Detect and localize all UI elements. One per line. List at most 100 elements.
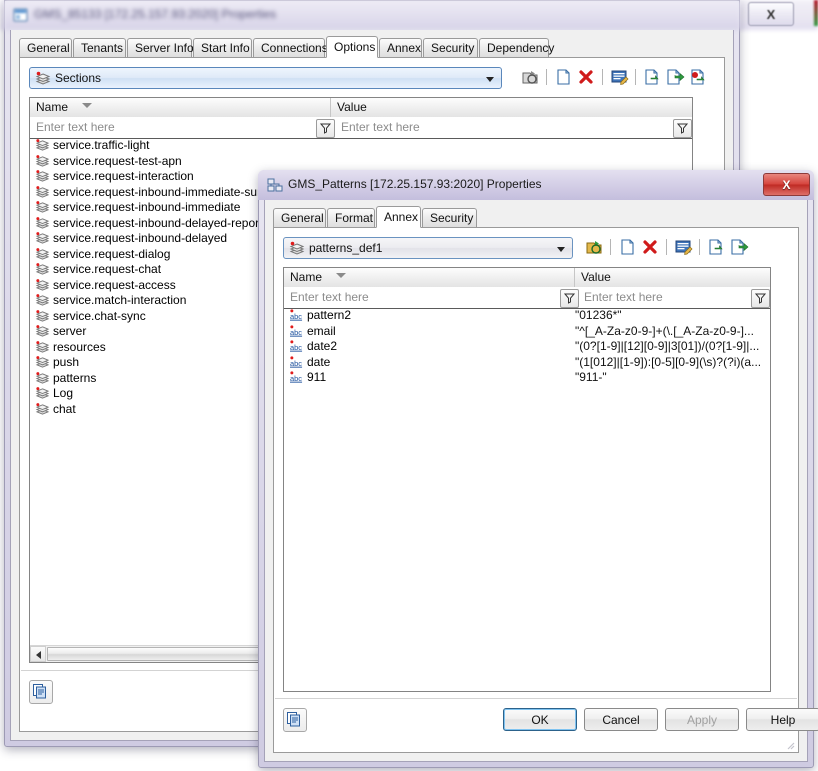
- tab-start-info[interactable]: Start Info: [193, 38, 252, 57]
- table-row[interactable]: abc date "(1[012]|[1-9]):[0-5][0-9](\s)?(?…: [284, 355, 770, 371]
- import-icon[interactable]: [706, 237, 726, 257]
- sections-grid-header: Name Value: [30, 98, 692, 118]
- row-name-label: patterns: [53, 370, 97, 385]
- table-row[interactable]: service.traffic-light: [30, 138, 692, 154]
- row-name-label: service.traffic-light: [53, 138, 150, 152]
- tab-server-info-label: Server Info: [135, 41, 194, 55]
- tab-options-label: Options: [334, 40, 376, 54]
- window1-tabstrip: General Tenants Server Info Start Info C…: [19, 36, 725, 58]
- filter-input-name[interactable]: Enter text here: [284, 287, 559, 308]
- cancel-button[interactable]: Cancel: [584, 708, 658, 731]
- open-section-icon[interactable]: [584, 237, 604, 257]
- section-icon: [35, 263, 50, 275]
- filter-input-name-placeholder: Enter text here: [36, 120, 115, 134]
- export-icon[interactable]: [729, 237, 749, 257]
- tab-options[interactable]: Options: [326, 36, 378, 58]
- filter-button-name[interactable]: [560, 289, 579, 308]
- tab2-format[interactable]: Format: [327, 208, 375, 227]
- scroll-left-button[interactable]: [30, 646, 46, 662]
- window2-copy-button[interactable]: [283, 708, 307, 732]
- funnel-icon: [320, 123, 331, 134]
- tab2-general[interactable]: General: [273, 208, 326, 227]
- export-icon[interactable]: [665, 67, 685, 87]
- import-icon[interactable]: [642, 67, 662, 87]
- row-name-cell: service.request-interaction: [35, 169, 194, 184]
- export-all-icon[interactable]: [688, 67, 708, 87]
- patterns-combobox[interactable]: patterns_def1: [283, 237, 573, 259]
- table-row[interactable]: abc date2 "(0?[1-9]|[12][0-9]|3[01])/(0?[1…: [284, 339, 770, 355]
- section-icon: [35, 154, 50, 167]
- column-header-value[interactable]: Value: [575, 268, 770, 287]
- properties-window-icon: [13, 8, 28, 22]
- patterns-grid-rows[interactable]: abc pattern2 "01236*" abc email "^[_A-Za-z0-9…: [284, 308, 770, 691]
- column-header-name-label: Name: [36, 100, 69, 114]
- window1-copy-button[interactable]: [29, 680, 53, 704]
- tab-general[interactable]: General: [19, 38, 72, 57]
- tab2-annex[interactable]: Annex: [376, 206, 421, 228]
- table-row[interactable]: abc 911 "911-": [284, 370, 770, 386]
- toolbar-separator-3: [699, 239, 700, 255]
- sections-combobox[interactable]: Sections: [29, 67, 502, 89]
- chevron-left-icon: [36, 651, 41, 659]
- tab2-security-label: Security: [430, 211, 474, 225]
- table-row[interactable]: service.request-test-apn: [30, 154, 692, 170]
- row-name-cell: abc email: [289, 324, 336, 339]
- open-section-icon[interactable]: [520, 67, 540, 87]
- row-name-label: service.request-inbound-immediate: [53, 200, 241, 214]
- row-name-label: service.request-test-apn: [53, 153, 182, 168]
- background-close-button[interactable]: X: [748, 2, 794, 26]
- row-name-label: service.request-dialog: [53, 246, 171, 261]
- window-gms-patterns: GMS_Patterns [172.25.157.93:2020] Proper…: [258, 170, 818, 768]
- tab-server-info[interactable]: Server Info: [127, 38, 194, 57]
- new-document-icon[interactable]: [553, 67, 573, 87]
- tab-security[interactable]: Security: [423, 38, 478, 57]
- column-header-value-label: Value: [581, 270, 611, 284]
- row-name-label: 911: [307, 370, 327, 384]
- column-header-name[interactable]: Name: [30, 98, 330, 117]
- filter-button-name[interactable]: [316, 119, 335, 138]
- tab-tenants[interactable]: Tenants: [73, 38, 126, 57]
- apply-button-label: Apply: [686, 712, 718, 727]
- tab-connections[interactable]: Connections: [253, 38, 328, 57]
- resize-grip-icon[interactable]: [785, 740, 795, 750]
- edit-properties-icon[interactable]: [673, 237, 693, 257]
- tab-security-label: Security: [431, 41, 475, 55]
- table-row[interactable]: abc pattern2 "01236*": [284, 308, 770, 324]
- table-row[interactable]: abc email "^[_A-Za-z0-9-]+(\.[_A-Za-z0-9-]…: [284, 324, 770, 340]
- tab2-format-label: Format: [335, 211, 374, 225]
- tab2-security[interactable]: Security: [422, 208, 477, 227]
- ok-button[interactable]: OK: [503, 708, 577, 731]
- window2-body: General Format Annex Security patterns_d…: [264, 200, 818, 762]
- new-document-icon[interactable]: [617, 237, 637, 257]
- filter-button-value[interactable]: [751, 289, 770, 308]
- filter-button-value[interactable]: [673, 119, 692, 138]
- section-icon: [35, 185, 50, 198]
- row-name-label: date: [307, 354, 331, 369]
- tab-annex[interactable]: Annex: [379, 38, 422, 57]
- delete-icon[interactable]: [576, 67, 596, 87]
- tab-dependency[interactable]: Dependency: [479, 38, 554, 57]
- section-icon: [35, 325, 50, 337]
- column-header-value[interactable]: Value: [331, 98, 692, 117]
- row-name-cell: abc pattern2: [289, 308, 351, 323]
- section-icon: [35, 139, 50, 151]
- section-icon: [35, 170, 50, 182]
- delete-icon[interactable]: [640, 237, 660, 257]
- filter-input-value[interactable]: Enter text here: [578, 287, 728, 308]
- patterns-grid: Name Value Enter text here Enter text he…: [283, 267, 771, 692]
- filter-input-value[interactable]: Enter text here: [335, 117, 653, 138]
- filter-input-name[interactable]: Enter text here: [30, 117, 315, 138]
- help-button[interactable]: Help: [746, 708, 818, 731]
- column-header-name[interactable]: Name: [284, 268, 574, 287]
- row-name-label: service.request-inbound-delayed: [53, 231, 228, 245]
- tab2-annex-label: Annex: [384, 210, 419, 224]
- section-icon: [35, 356, 50, 368]
- toolbar-separator-3: [635, 69, 636, 85]
- string-option-icon: abc: [290, 324, 302, 337]
- window2-close-button[interactable]: X: [763, 173, 810, 196]
- row-name-label: server: [53, 324, 87, 338]
- window2-title: GMS_Patterns [172.25.157.93:2020] Proper…: [288, 177, 542, 191]
- edit-properties-icon[interactable]: [609, 67, 629, 87]
- window1-title: GMS_85133 [172.25.157.93:2020] Propertie…: [34, 7, 277, 21]
- section-icon: [35, 294, 50, 306]
